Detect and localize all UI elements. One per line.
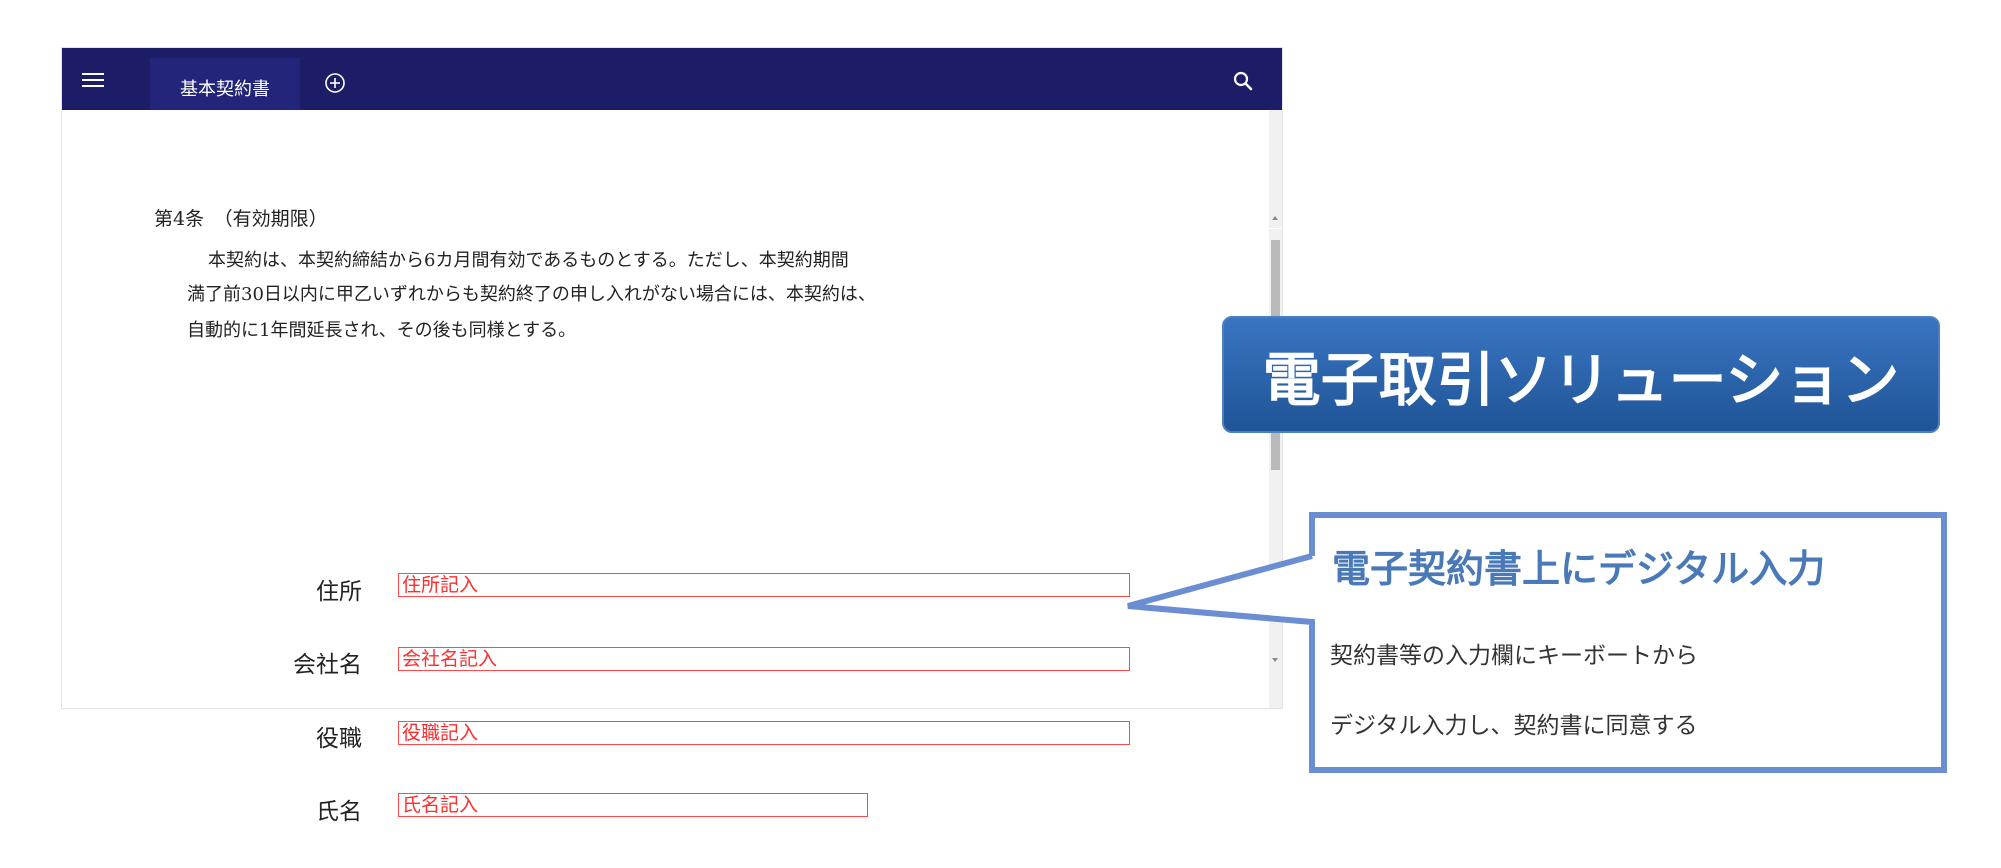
callout-title: 電子契約書上にデジタル入力 <box>1332 547 1826 591</box>
callout-box <box>1127 512 1947 773</box>
callout-line: 契約書等の入力欄にキーボートから <box>1330 643 1698 669</box>
callout-line: デジタル入力し、契約書に同意する <box>1330 713 1698 739</box>
